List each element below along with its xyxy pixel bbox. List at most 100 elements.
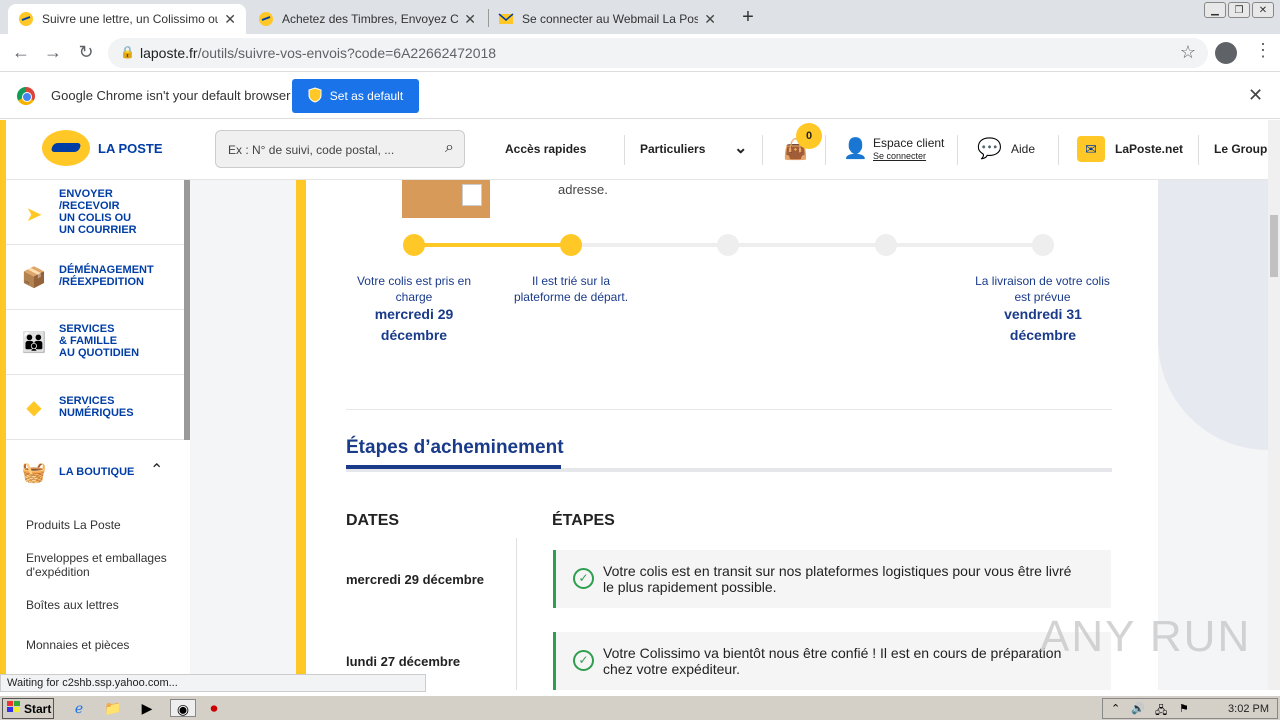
back-icon[interactable]: ←: [10, 42, 32, 63]
close-infobar-icon[interactable]: ✕: [1248, 85, 1263, 106]
tab-title: Suivre une lettre, un Colissimo ou un: [42, 12, 219, 26]
step-1-date: mercredi 29 décembre: [374, 306, 454, 343]
etapes-title: Étapes d’acheminement: [346, 437, 564, 458]
family-icon: 👪: [21, 332, 47, 354]
step-dot-3: [717, 234, 739, 256]
set-as-default-button[interactable]: Set as default: [292, 79, 419, 113]
chrome-logo-icon: [17, 87, 35, 105]
restore-icon[interactable]: ❐: [1228, 2, 1250, 18]
start-button[interactable]: Start: [2, 698, 54, 719]
paper-plane-icon: ➤: [25, 204, 43, 226]
le-groupe-link[interactable]: Le Group: [1214, 142, 1267, 156]
network-icon[interactable]: 🖧: [1155, 702, 1167, 721]
close-tab-icon[interactable]: ✕: [464, 11, 476, 28]
envelope-icon: ✉: [1077, 136, 1105, 162]
se-connecter-link[interactable]: Se connecter: [873, 151, 926, 161]
reload-icon[interactable]: ↻: [75, 42, 97, 63]
adresse-text: adresse.: [558, 182, 608, 197]
chevron-down-icon[interactable]: ⌄: [734, 138, 747, 158]
new-tab-button[interactable]: +: [737, 6, 759, 29]
sub-item-monnaies[interactable]: Monnaies et pièces: [26, 638, 129, 652]
laposte-net-link[interactable]: LaPoste.net: [1115, 142, 1183, 156]
sidebar-item-services-numeriques[interactable]: ◆ SERVICES NUMÉRIQUES: [6, 375, 190, 440]
search-input[interactable]: Ex : N° de suivi, code postal, ... ⌕: [215, 130, 465, 168]
aide-link[interactable]: Aide: [1011, 142, 1035, 156]
profile-avatar-icon[interactable]: [1215, 42, 1237, 64]
moving-box-icon: 📦: [21, 267, 47, 289]
shield-icon: [308, 86, 322, 106]
clock: 3:02 PM: [1228, 703, 1269, 715]
logo-text: LA POSTE: [98, 140, 163, 156]
address-bar[interactable]: 🔒 laposte.fr/outils/suivre-vos-envois?co…: [108, 38, 1208, 68]
sub-item-produits[interactable]: Produits La Poste: [26, 518, 121, 532]
sub-item-enveloppes[interactable]: Enveloppes et emballages d'expédition: [26, 551, 176, 579]
card-yellow-border: [296, 180, 306, 690]
folder-icon[interactable]: 📁: [104, 699, 122, 717]
close-window-icon[interactable]: ✕: [1252, 2, 1274, 18]
tray-arrow-icon[interactable]: ⌃: [1111, 702, 1120, 715]
progress-line-done: [414, 243, 571, 247]
sub-item-boites[interactable]: Boîtes aux lettres: [26, 598, 119, 612]
chevron-up-icon[interactable]: ⌃: [150, 460, 163, 480]
header-divider: [762, 135, 763, 165]
sidebar-item-boutique[interactable]: 🧺 LA BOUTIQUE ⌃: [6, 440, 190, 505]
sidebar-item-envoyer[interactable]: ➤ ENVOYER /RECEVOIR UN COLIS OU UN COURR…: [6, 180, 190, 245]
scrollbar-thumb[interactable]: [1270, 215, 1278, 277]
step-dot-2: [560, 234, 582, 256]
column-divider: [516, 538, 517, 690]
page-scrollbar[interactable]: [1268, 120, 1280, 690]
tab-webmail[interactable]: Se connecter au Webmail La Poste - ✕: [488, 4, 726, 34]
window-controls: ▁ ❐ ✕: [1204, 2, 1274, 18]
bookmark-star-icon[interactable]: ☆: [1180, 42, 1196, 63]
row-2-date: lundi 27 décembre: [346, 654, 461, 669]
stop-icon[interactable]: ⏺: [205, 699, 223, 717]
forward-icon[interactable]: →: [42, 42, 64, 63]
set-as-default-label: Set as default: [329, 89, 404, 103]
mail-favicon: [498, 11, 514, 27]
sidebar-scrollbar[interactable]: [184, 180, 190, 440]
laposte-logo[interactable]: LA POSTE: [42, 130, 163, 166]
header-divider: [624, 135, 625, 165]
site-header: LA POSTE Ex : N° de suivi, code postal, …: [0, 120, 1268, 180]
laposte-favicon: [258, 11, 274, 27]
flag-icon[interactable]: ⚑: [1179, 702, 1189, 715]
ie-icon[interactable]: ℯ: [70, 699, 88, 717]
search-placeholder: Ex : N° de suivi, code postal, ...: [228, 143, 395, 157]
sidebar-item-label: LA BOUTIQUE: [59, 466, 135, 478]
minimize-icon[interactable]: ▁: [1204, 2, 1226, 18]
sidebar-item-label: SERVICES NUMÉRIQUES: [59, 395, 134, 419]
section-divider: [346, 409, 1112, 410]
step-1-text: Votre colis est pris en charge: [356, 274, 472, 304]
acces-rapides-link[interactable]: Accès rapides: [505, 142, 586, 156]
progress-line-pending: [571, 243, 1043, 247]
tracking-card: [306, 180, 1158, 690]
close-tab-icon[interactable]: ✕: [224, 11, 236, 28]
volume-icon[interactable]: 🔊: [1131, 702, 1145, 715]
user-icon[interactable]: 👤: [843, 136, 868, 161]
digital-icon: ◆: [26, 397, 42, 419]
media-player-icon[interactable]: ▶: [138, 699, 156, 717]
row-2-text: Votre Colissimo va bientôt nous être con…: [603, 645, 1062, 677]
chrome-taskbar-icon[interactable]: ◉: [170, 699, 196, 717]
close-tab-icon[interactable]: ✕: [704, 11, 716, 28]
sidebar-item-services-famille[interactable]: 👪 SERVICES & FAMILLE AU QUOTIDIEN: [6, 310, 190, 375]
step-5-date: vendredi 31 décembre: [1004, 306, 1082, 343]
espace-client-link[interactable]: Espace client: [873, 136, 944, 150]
laposte-bird-icon: [42, 130, 90, 166]
infobar-message: Google Chrome isn't your default browser: [51, 88, 291, 103]
menu-kebab-icon[interactable]: ⋮: [1254, 40, 1272, 61]
browser-tab-bar: Suivre une lettre, un Colissimo ou un ✕ …: [0, 0, 1280, 34]
header-divider: [825, 135, 826, 165]
search-icon[interactable]: ⌕: [445, 139, 454, 157]
start-label: Start: [24, 701, 52, 716]
etapes-column-header: ÉTAPES: [552, 512, 615, 529]
tab-timbres[interactable]: Achetez des Timbres, Envoyez Cour ✕: [248, 4, 486, 34]
step-5-text: La livraison de votre colis est prévue: [975, 274, 1110, 304]
windows-logo-icon: [7, 701, 21, 716]
lock-icon: 🔒: [120, 45, 135, 59]
particuliers-menu[interactable]: Particuliers: [640, 142, 705, 156]
help-bubble-icon[interactable]: 💬: [977, 136, 1002, 161]
sidebar-item-demenagement[interactable]: 📦 DÉMÉNAGEMENT /RÉEXPEDITION: [6, 245, 190, 310]
tab-suivre[interactable]: Suivre une lettre, un Colissimo ou un ✕: [8, 4, 246, 34]
step-dot-4: [875, 234, 897, 256]
